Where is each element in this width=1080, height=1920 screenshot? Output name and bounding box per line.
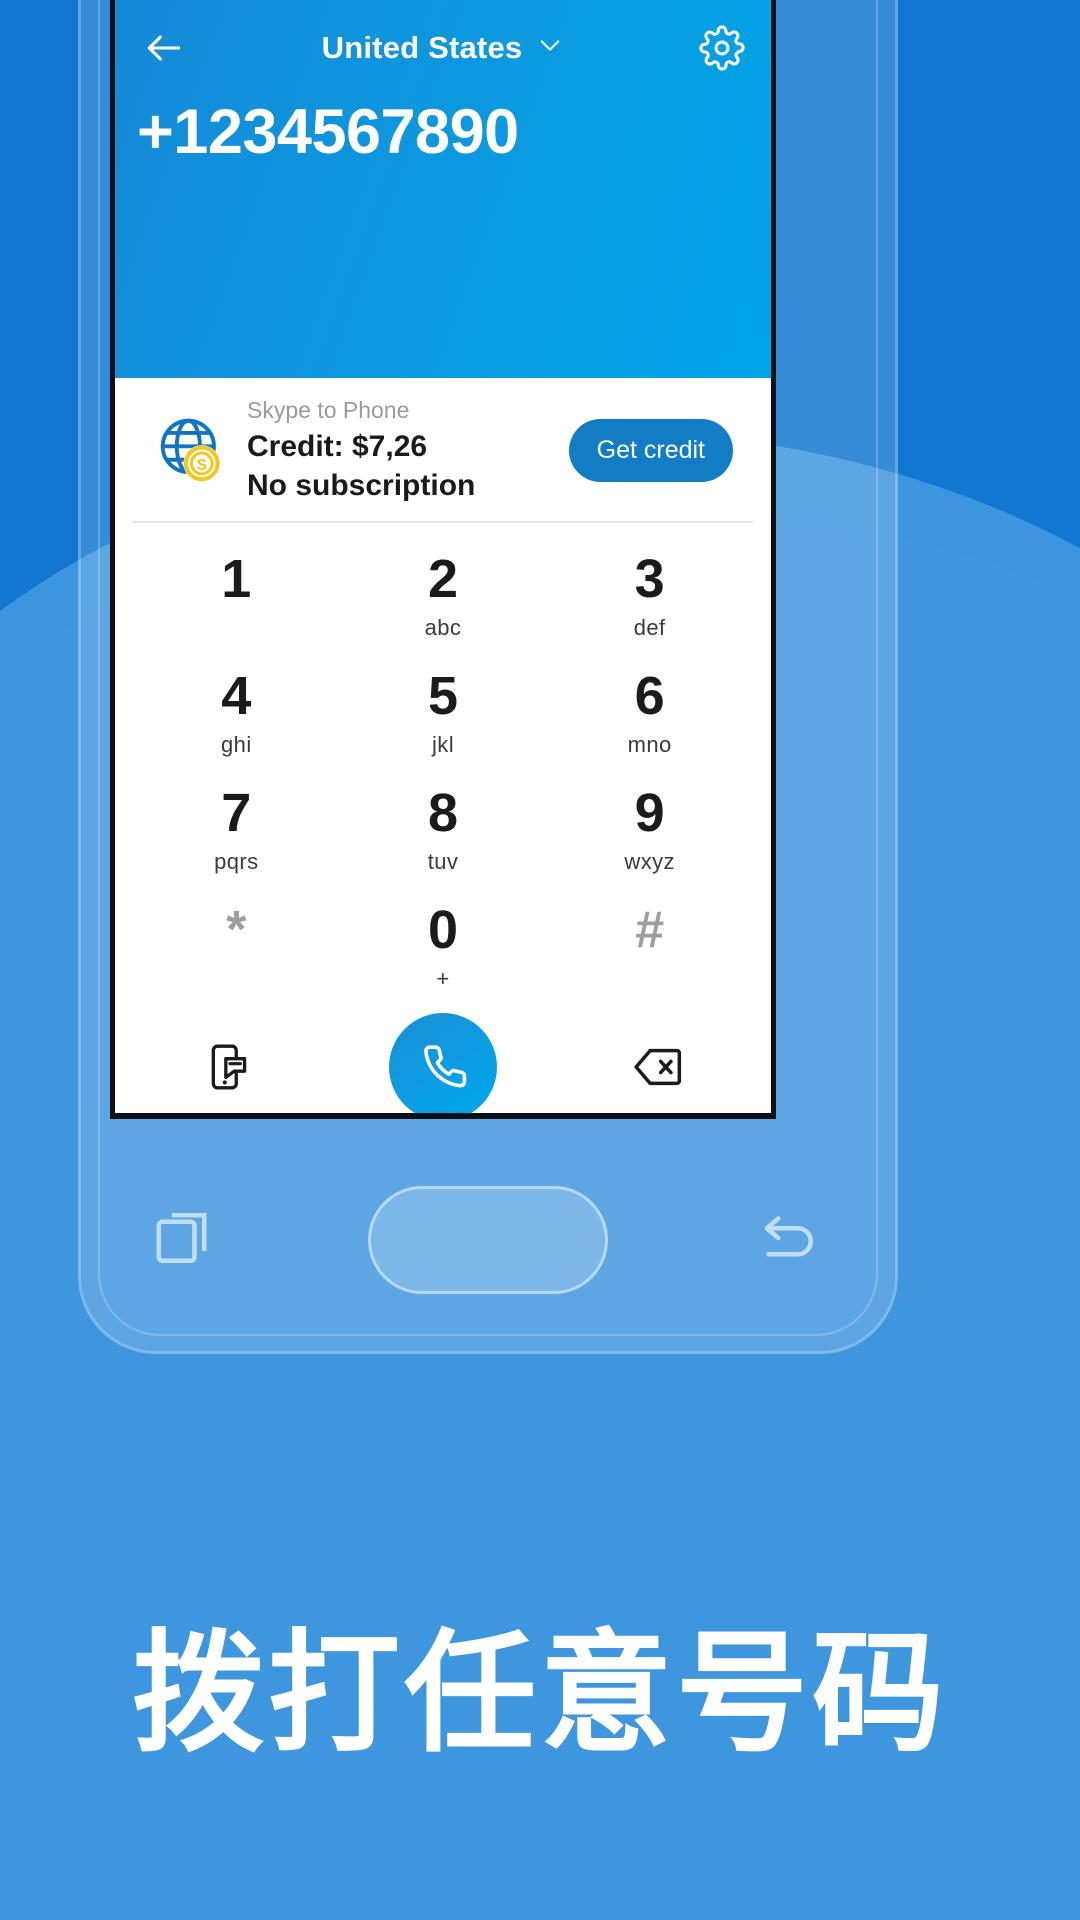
- dialpad-key-digit: 6: [634, 665, 665, 726]
- country-label: United States: [321, 29, 523, 65]
- dialpad-key-7[interactable]: 7 pqrs: [133, 771, 340, 888]
- dialpad-key-letters: pqrs: [214, 848, 259, 874]
- dialer-action-row: [115, 1005, 771, 1113]
- dialpad-key-digit: 0: [427, 899, 459, 960]
- dialpad-key-letters: mno: [627, 731, 672, 757]
- dialpad-key-9[interactable]: 9 wxyz: [546, 771, 753, 888]
- credit-amount: Credit: $7,26: [247, 429, 428, 463]
- dialpad-key-4[interactable]: 4 ghi: [133, 654, 340, 771]
- get-credit-button[interactable]: Get credit: [568, 418, 733, 482]
- dialpad-key-digit: *: [226, 900, 247, 959]
- dialpad-key-digit: 7: [221, 782, 252, 843]
- globe-coin-icon: S: [153, 411, 231, 489]
- call-button[interactable]: [388, 1012, 497, 1113]
- dialpad-key-digit: 5: [427, 665, 459, 726]
- skype-credit-bar: S Skype to Phone Credit: $7,26 No subscr…: [133, 378, 753, 523]
- backspace-icon[interactable]: [620, 1031, 692, 1103]
- dialpad-key-digit: 4: [221, 665, 252, 726]
- chevron-down-icon: [536, 31, 564, 64]
- dialpad-key-digit: 2: [427, 548, 459, 609]
- credit-text-block: Skype to Phone Credit: $7,26 No subscrip…: [247, 396, 569, 505]
- dialpad-key-letters: jkl: [432, 731, 454, 757]
- sms-phone-icon[interactable]: [194, 1031, 266, 1103]
- subscription-status: No subscription: [247, 468, 476, 502]
- country-selector[interactable]: United States: [191, 30, 695, 66]
- dialer-header: United States +1234567890: [115, 0, 771, 378]
- gear-icon[interactable]: [695, 21, 749, 75]
- dialpad-key-letters: tuv: [427, 848, 459, 874]
- dialpad-key-3[interactable]: 3 def: [546, 537, 753, 654]
- dialpad-key-digit: 1: [221, 548, 252, 609]
- dialpad-key-digit: 3: [634, 548, 665, 609]
- dialpad-key-letters: +: [436, 965, 450, 991]
- dialpad-key-2[interactable]: 2 abc: [340, 537, 547, 654]
- dialpad-key-digit: 9: [634, 782, 665, 843]
- dialed-number-display[interactable]: +1234567890: [137, 97, 519, 167]
- dialpad-key-letters: ghi: [221, 731, 252, 757]
- credit-caption: Skype to Phone: [247, 397, 410, 423]
- dialpad-key-digit: #: [635, 900, 665, 959]
- dialpad-key-digit: 8: [427, 782, 459, 843]
- arrow-left-icon[interactable]: [137, 21, 191, 75]
- dialpad-key-0[interactable]: 0 +: [340, 888, 547, 1005]
- dialpad-key-letters: wxyz: [624, 848, 675, 874]
- svg-text:S: S: [196, 457, 207, 474]
- dialpad-key-letters: abc: [424, 614, 462, 640]
- dialpad-key-1[interactable]: 1: [133, 537, 340, 654]
- dialpad-key-hash[interactable]: #: [546, 888, 753, 1005]
- dialpad-key-star[interactable]: *: [133, 888, 340, 1005]
- dialpad-key-6[interactable]: 6 mno: [546, 654, 753, 771]
- promo-headline: 拨打任意号码: [132, 1617, 948, 1771]
- dialpad-key-letters: def: [633, 614, 666, 640]
- dialpad-key-8[interactable]: 8 tuv: [340, 771, 547, 888]
- top-app-bar: United States: [115, 0, 771, 95]
- phone-handset-icon: [416, 1038, 470, 1095]
- dialpad-key-5[interactable]: 5 jkl: [340, 654, 547, 771]
- dialpad-grid: 1 2 abc 3 def 4 ghi 5 jkl 6 mno 7 pqrs 8: [115, 523, 771, 1005]
- app-screen: United States +1234567890 S Skype to Pho…: [110, 0, 776, 1119]
